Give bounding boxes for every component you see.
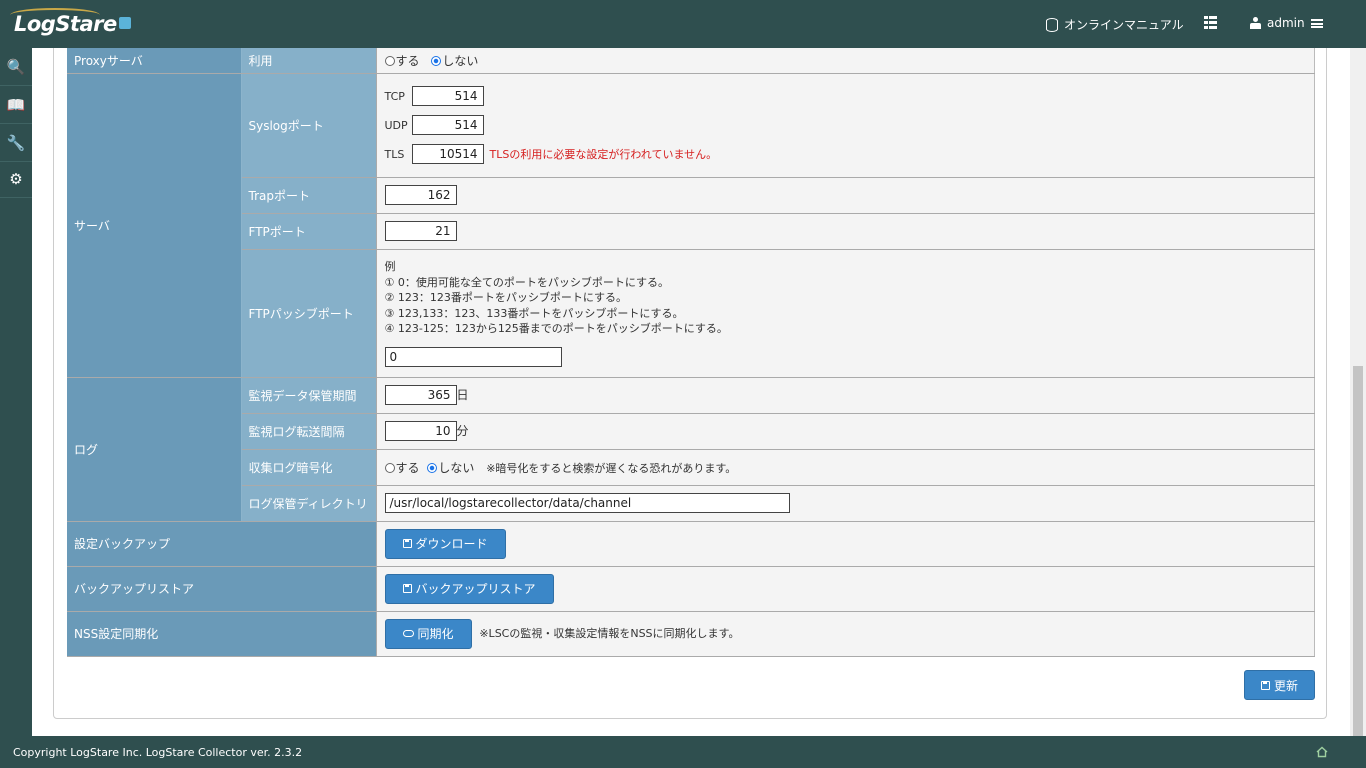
- restore-label: バックアップリストア: [67, 566, 377, 612]
- update-button[interactable]: 更新: [1244, 670, 1316, 700]
- passive-help-1: ① 0：使用可能な全てのポートをパッシブポートにする。: [384, 275, 669, 289]
- sidebar-search[interactable]: 🔍: [0, 48, 32, 86]
- transfer-interval-label: 監視ログ転送間隔: [241, 413, 377, 450]
- passive-help-0: 例: [384, 260, 396, 274]
- gears-icon: ⚙: [9, 169, 23, 188]
- list-icon: [1204, 16, 1217, 29]
- cloud-icon: [402, 630, 414, 637]
- sidebar-manual[interactable]: 📖: [0, 86, 32, 124]
- tcp-port-input[interactable]: 514: [411, 85, 484, 106]
- restore-button[interactable]: バックアップリストア: [384, 573, 554, 604]
- header-bar: LogStare オンラインマニュアル admin: [0, 0, 1366, 48]
- ftp-passive-port-label: FTPパッシブポート: [241, 249, 377, 378]
- copyright-text: Copyright LogStare Inc. LogStare Collect…: [13, 746, 303, 759]
- proxy-section-label: Proxyサーバ: [67, 48, 242, 74]
- ftp-port-label: FTPポート: [241, 213, 377, 250]
- online-manual-label: オンラインマニュアル: [1064, 18, 1184, 32]
- tls-port-input[interactable]: 10514: [411, 143, 484, 164]
- server-section-label: サーバ: [67, 73, 242, 378]
- footer: Copyright LogStare Inc. LogStare Collect…: [0, 736, 1366, 768]
- nss-sync-note: ※LSCの監視・収集設定情報をNSSに同期化します。: [479, 627, 740, 640]
- retention-field: 365 日: [376, 377, 1315, 414]
- database-icon: [1046, 17, 1058, 32]
- user-icon: [1250, 17, 1261, 29]
- online-manual-link[interactable]: オンラインマニュアル: [1046, 16, 1184, 33]
- encryption-label: 収集ログ暗号化: [241, 449, 377, 486]
- log-section-label: ログ: [67, 377, 242, 522]
- udp-label: UDP: [384, 118, 408, 132]
- scrollbar[interactable]: [1350, 48, 1366, 736]
- log-dir-field: /usr/local/logstarecollector/data/channe…: [376, 485, 1315, 522]
- tls-warning: TLSの利用に必要な設定が行われていません。: [489, 147, 718, 161]
- udp-port-input[interactable]: 514: [411, 114, 484, 135]
- encrypt-yes-radio[interactable]: [384, 462, 395, 473]
- restore-field: バックアップリストア: [376, 566, 1315, 612]
- trap-port-input[interactable]: 162: [384, 185, 457, 205]
- save-icon: [402, 539, 412, 548]
- home-icon[interactable]: [1316, 746, 1328, 758]
- scrollbar-thumb[interactable]: [1353, 366, 1363, 736]
- main-content: Proxyサーバ 利用 する しない サーバ Syslogポート TCP 514 …: [32, 48, 1350, 736]
- sidebar-settings[interactable]: ⚙: [0, 160, 32, 198]
- book-icon: 📖: [6, 95, 26, 114]
- save-icon: [402, 584, 412, 593]
- proxy-use-field: する しない: [376, 48, 1315, 74]
- update-button-label: 更新: [1274, 678, 1299, 693]
- backup-label: 設定バックアップ: [67, 521, 377, 567]
- ftp-port-input[interactable]: 21: [384, 221, 457, 241]
- proxy-no-label: しない: [442, 53, 479, 68]
- sidebar: 🔍 📖 🔧 ⚙: [0, 48, 32, 736]
- user-name: admin: [1267, 16, 1305, 30]
- encrypt-no-radio[interactable]: [427, 462, 438, 473]
- retention-unit: 日: [456, 388, 469, 402]
- transfer-interval-unit: 分: [456, 424, 469, 438]
- retention-input[interactable]: 365: [384, 385, 457, 405]
- trap-port-label: Trapポート: [241, 177, 377, 214]
- sync-button-label: 同期化: [417, 627, 454, 641]
- download-button-label: ダウンロード: [415, 537, 488, 551]
- passive-help-2: ② 123：123番ポートをパッシブポートにする。: [384, 291, 627, 305]
- tcp-label: TCP: [384, 89, 405, 103]
- proxy-no-radio[interactable]: [431, 55, 442, 66]
- settings-form: Proxyサーバ 利用 する しない サーバ Syslogポート TCP 514 …: [67, 48, 1315, 657]
- sidebar-tools[interactable]: 🔧: [0, 124, 32, 162]
- ftp-passive-port-input[interactable]: 0: [384, 346, 562, 367]
- user-menu[interactable]: admin: [1250, 16, 1323, 30]
- trap-port-field: 162: [376, 177, 1315, 214]
- search-icon: 🔍: [6, 57, 26, 76]
- nss-sync-label: NSS設定同期化: [67, 611, 377, 657]
- nss-sync-field: 同期化 ※LSCの監視・収集設定情報をNSSに同期化します。: [376, 611, 1315, 657]
- log-dir-input[interactable]: /usr/local/logstarecollector/data/channe…: [384, 493, 790, 513]
- syslog-port-label: Syslogポート: [241, 73, 377, 178]
- encryption-field: する しない ※暗号化をすると検索が遅くなる恐れがあります。: [376, 449, 1315, 486]
- backup-field: ダウンロード: [376, 521, 1315, 567]
- passive-help-4: ④ 123-125：123から125番までのポートをパッシブポートにする。: [384, 322, 728, 336]
- wrench-icon: 🔧: [6, 133, 26, 152]
- app-logo[interactable]: LogStare: [14, 12, 131, 36]
- ftp-port-field: 21: [376, 213, 1315, 250]
- proxy-yes-label: する: [395, 53, 420, 68]
- restore-button-label: バックアップリストア: [415, 582, 536, 596]
- save-icon: [1261, 680, 1270, 690]
- menu-icon: [1310, 18, 1323, 28]
- sync-button[interactable]: 同期化: [384, 618, 472, 649]
- list-view-button[interactable]: [1204, 16, 1217, 29]
- encrypt-no-label: しない: [438, 460, 475, 475]
- log-dir-label: ログ保管ディレクトリ: [241, 485, 377, 522]
- encrypt-note: ※暗号化をすると検索が遅くなる恐れがあります。: [486, 461, 737, 475]
- retention-label: 監視データ保管期間: [241, 377, 377, 414]
- encrypt-yes-label: する: [395, 460, 420, 475]
- transfer-interval-input[interactable]: 10: [384, 421, 457, 441]
- transfer-interval-field: 10 分: [376, 413, 1315, 450]
- download-button[interactable]: ダウンロード: [384, 528, 506, 559]
- proxy-yes-radio[interactable]: [384, 55, 395, 66]
- tls-label: TLS: [384, 147, 405, 161]
- passive-help-3: ③ 123,133：123、133番ポートをパッシブポートにする。: [384, 306, 684, 320]
- ftp-passive-port-field: 例 ① 0：使用可能な全てのポートをパッシブポートにする。 ② 123：123番…: [376, 249, 1315, 378]
- syslog-port-fields: TCP 514 UDP 514 TLS 10514 TLSの利用に必要な設定が行われてい…: [376, 73, 1315, 178]
- proxy-use-label: 利用: [241, 48, 377, 74]
